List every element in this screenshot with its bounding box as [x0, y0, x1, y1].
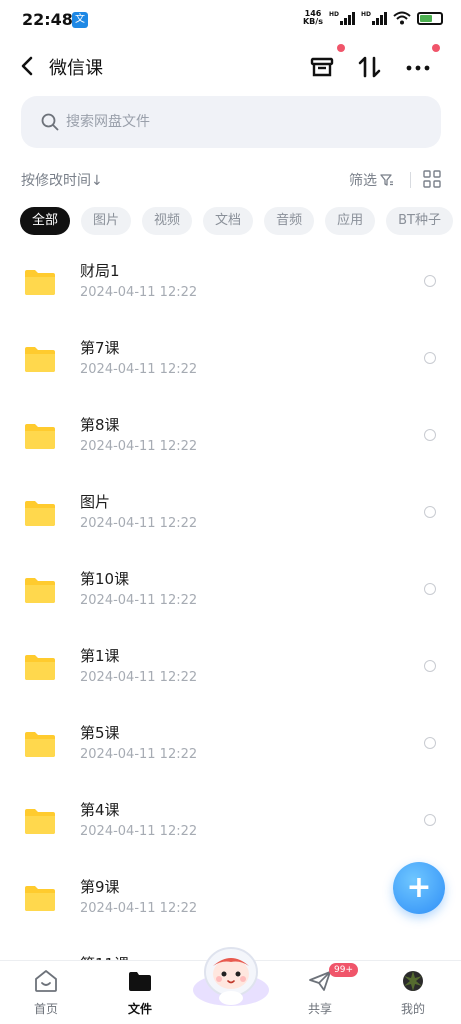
select-checkbox[interactable] — [424, 429, 436, 441]
list-item[interactable]: 第8课 2024-04-11 12:22 — [0, 404, 461, 481]
file-name: 财局1 — [80, 262, 120, 280]
select-checkbox[interactable] — [424, 275, 436, 287]
divider — [410, 172, 411, 188]
file-date: 2024-04-11 12:22 — [80, 439, 198, 454]
tab-images[interactable]: 图片 — [81, 207, 132, 235]
nav-home[interactable]: 首页 — [16, 969, 76, 1017]
nav-home-label: 首页 — [33, 1002, 58, 1016]
tab-all[interactable]: 全部 — [20, 207, 71, 235]
file-date: 2024-04-11 12:22 — [80, 285, 198, 300]
swap-vertical-icon[interactable] — [355, 52, 385, 82]
folder-icon — [25, 655, 55, 680]
file-name: 第4课 — [80, 801, 120, 819]
list-item[interactable]: 第10课 2024-04-11 12:22 — [0, 558, 461, 635]
list-item[interactable]: 第7课 2024-04-11 12:22 — [0, 327, 461, 404]
list-item[interactable]: 第1课 2024-04-11 12:22 — [0, 635, 461, 712]
list-item[interactable]: 财局1 2024-04-11 12:22 — [0, 250, 461, 327]
filter-label: 筛选 — [349, 173, 377, 189]
file-date: 2024-04-11 12:22 — [80, 901, 198, 916]
search-icon — [41, 113, 59, 131]
list-item[interactable]: 第9课 2024-04-11 12:22 — [0, 866, 461, 943]
app-notification-icon: 文 — [72, 12, 88, 28]
network-speed: 146 KB/s — [302, 9, 323, 26]
file-date: 2024-04-11 12:22 — [80, 824, 198, 839]
search-bar[interactable]: 搜索网盘文件 — [21, 96, 441, 148]
mascot-assistant-icon[interactable] — [190, 942, 272, 1008]
list-item[interactable]: 图片 2024-04-11 12:22 — [0, 481, 461, 558]
sort-button[interactable]: 按修改时间↓ — [21, 170, 103, 190]
tab-audio[interactable]: 音频 — [264, 207, 315, 235]
signal-icon-2: HD — [361, 11, 387, 25]
category-tabs: 全部 图片 视频 文档 音频 应用 BT种子 — [20, 207, 453, 235]
filter-button[interactable]: 筛选 — [349, 170, 394, 190]
folder-icon — [25, 501, 55, 526]
nav-files-label: 文件 — [127, 1002, 152, 1016]
folder-icon — [25, 578, 55, 603]
select-checkbox[interactable] — [424, 352, 436, 364]
notification-dot-2 — [432, 44, 440, 52]
folder-icon — [25, 270, 55, 295]
status-bar: 22:48 文 146 KB/s HD HD — [0, 0, 461, 40]
list-item[interactable]: 第5课 2024-04-11 12:22 — [0, 712, 461, 789]
share-badge: 99+ — [329, 963, 358, 977]
notification-dot — [337, 44, 345, 52]
folder-icon — [25, 732, 55, 757]
add-button[interactable]: + — [393, 862, 445, 914]
select-checkbox[interactable] — [424, 814, 436, 826]
nav-files[interactable]: 文件 — [110, 969, 170, 1017]
tab-bt-torrent[interactable]: BT种子 — [386, 207, 453, 235]
folder-filled-icon — [129, 972, 151, 991]
tab-videos[interactable]: 视频 — [142, 207, 193, 235]
grid-view-icon[interactable] — [423, 170, 441, 188]
chevron-left-icon[interactable] — [14, 52, 42, 80]
folder-icon — [25, 809, 55, 834]
archive-box-icon[interactable] — [307, 52, 337, 82]
status-time: 22:48 — [22, 10, 73, 29]
folder-icon — [25, 347, 55, 372]
filter-icon — [380, 174, 393, 186]
file-date: 2024-04-11 12:22 — [80, 516, 198, 531]
signal-icon: HD — [329, 11, 355, 25]
file-name: 第10课 — [80, 570, 130, 588]
tab-apps[interactable]: 应用 — [325, 207, 376, 235]
file-list: 财局1 2024-04-11 12:22 第7课 2024-04-11 12:2… — [0, 250, 461, 1020]
page-title: 微信课 — [49, 58, 103, 79]
folder-icon — [25, 886, 55, 911]
nav-me[interactable]: 我的 — [383, 969, 443, 1017]
plus-icon: + — [406, 870, 432, 905]
select-checkbox[interactable] — [424, 506, 436, 518]
select-checkbox[interactable] — [424, 583, 436, 595]
avatar — [403, 971, 423, 991]
file-date: 2024-04-11 12:22 — [80, 593, 198, 608]
file-date: 2024-04-11 12:22 — [80, 670, 198, 685]
list-item[interactable]: 第4课 2024-04-11 12:22 — [0, 789, 461, 866]
nav-me-label: 我的 — [400, 1002, 425, 1016]
file-name: 第5课 — [80, 724, 120, 742]
file-name: 第9课 — [80, 878, 120, 896]
file-name: 第1课 — [80, 647, 120, 665]
sort-filter-bar: 按修改时间↓ 筛选 — [0, 168, 461, 192]
tab-documents[interactable]: 文档 — [203, 207, 254, 235]
more-horizontal-icon[interactable] — [403, 52, 433, 82]
select-checkbox[interactable] — [424, 660, 436, 672]
file-name: 第8课 — [80, 416, 120, 434]
search-input[interactable]: 搜索网盘文件 — [66, 96, 150, 148]
wifi-icon — [393, 11, 411, 25]
status-indicators: 146 KB/s HD HD — [303, 10, 443, 26]
file-date: 2024-04-11 12:22 — [80, 747, 198, 762]
select-checkbox[interactable] — [424, 737, 436, 749]
battery-icon — [417, 11, 443, 25]
nav-share-label: 共享 — [307, 1002, 332, 1016]
file-name: 图片 — [80, 493, 111, 511]
file-date: 2024-04-11 12:22 — [80, 362, 198, 377]
home-icon — [35, 970, 57, 992]
folder-icon — [25, 424, 55, 449]
top-bar: 微信课 — [0, 44, 461, 88]
file-name: 第7课 — [80, 339, 120, 357]
